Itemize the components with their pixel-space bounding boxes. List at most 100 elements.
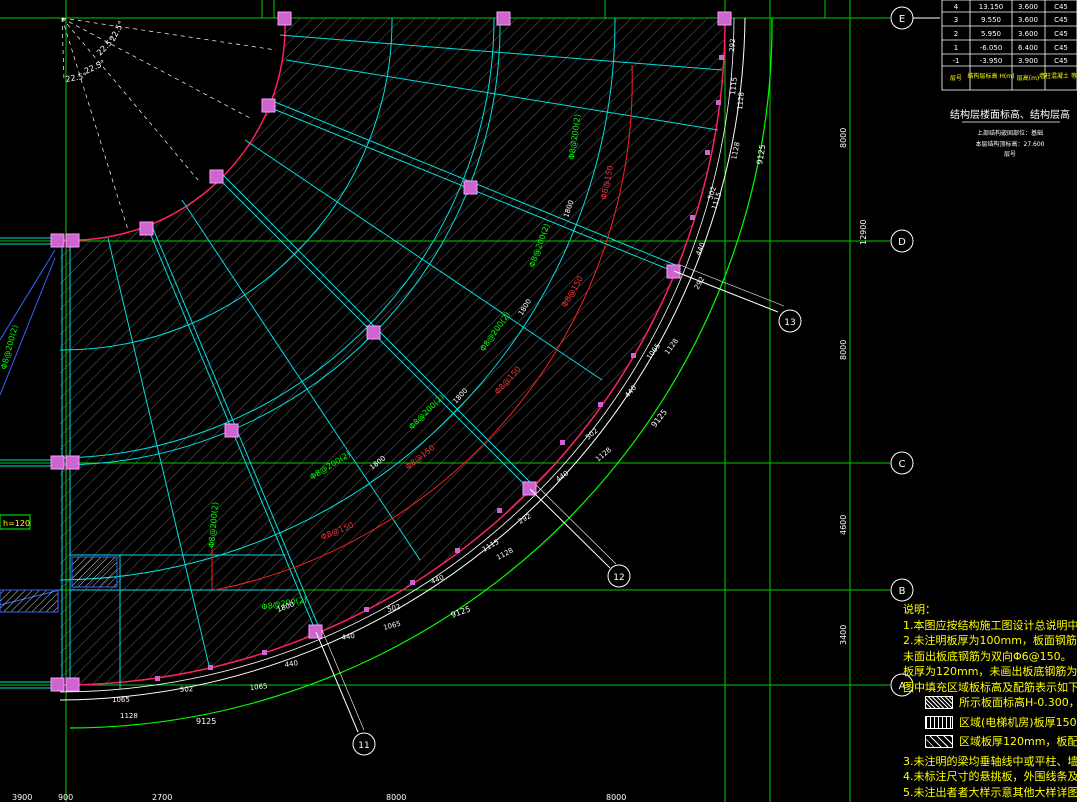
column [224,423,239,438]
svg-text:1128: 1128 [594,446,613,464]
note-4: 4.未标注尺寸的悬挑板，外围线条及细述定位详建筑 [903,770,1077,783]
angle-labels: 22.5° 22.5° 22.5° 22.5° [65,19,126,84]
column [50,455,65,470]
svg-text:-3.950: -3.950 [980,57,1003,65]
svg-text:8000: 8000 [839,340,848,360]
column [261,98,276,113]
svg-text:1065: 1065 [645,342,662,361]
svg-text:440: 440 [284,659,298,669]
note-2d: 图中填充区域板标高及配筋表示如下： [903,680,1077,694]
legend-swatch-icon [925,696,953,710]
svg-text:层号: 层号 [1004,151,1016,158]
floor-table-header: 层号 结构层标高 H(m) 层高(m) 墙柱混凝土 等级 [950,72,1077,82]
svg-text:900: 900 [58,793,73,802]
column [209,169,224,184]
svg-text:502: 502 [386,603,401,614]
svg-text:8000: 8000 [839,128,848,148]
column [463,180,478,195]
note-3: 3.未注明的梁均垂轴线中或平柱、墙边布置。 [903,754,1077,768]
column [308,624,323,639]
axis-label-12: 12 [613,573,624,583]
svg-text:墙柱混凝土 等级: 墙柱混凝土 等级 [1039,72,1077,80]
svg-text:1128: 1128 [120,712,138,720]
axis-bubbles: E D C B A [890,6,940,697]
svg-text:22.5°: 22.5° [83,58,107,75]
svg-text:3.600: 3.600 [1018,16,1038,24]
svg-text:C45: C45 [1054,16,1068,24]
svg-text:9.550: 9.550 [981,16,1001,24]
vertical-dims: 8000 12900 8000 4600 3400 [839,128,868,645]
svg-text:292: 292 [728,38,737,52]
svg-text:1128: 1128 [736,92,746,111]
svg-text:2: 2 [954,30,958,38]
svg-text:9125: 9125 [649,408,669,430]
column [666,264,681,279]
svg-text:12900: 12900 [859,220,868,245]
column [65,455,80,470]
axis-label-d: D [898,237,906,248]
svg-text:层号: 层号 [950,75,962,82]
svg-text:9125: 9125 [755,144,767,166]
svg-text:502: 502 [584,427,599,442]
svg-text:502: 502 [180,685,194,694]
svg-text:1128: 1128 [495,546,514,561]
svg-text:3: 3 [954,16,958,24]
svg-text:上部结构嵌固部位：基础: 上部结构嵌固部位：基础 [977,129,1043,137]
rebar-label: Φ8@200(2) [0,324,20,371]
column [65,233,80,248]
floor-table-title: 结构层楼面标高、结构层高 [950,108,1070,121]
axis-label-c: C [899,459,906,470]
svg-text:1115: 1115 [481,538,500,554]
svg-text:1065: 1065 [382,620,401,632]
svg-text:5.950: 5.950 [981,30,1001,38]
notes-panel: 说明： 1.本图应按结构施工图设计总说明中相关要求施工。 2.未注明板厚为100… [903,602,1077,802]
svg-text:22.5°: 22.5° [65,71,88,84]
stair-hatch [71,556,118,588]
svg-text:440: 440 [341,632,356,642]
svg-text:6.400: 6.400 [1018,44,1038,52]
column [717,11,732,26]
legend-row-1: 所示板面标高H-0.300，板厚120 [903,695,1077,711]
svg-text:层高(m): 层高(m) [1017,74,1040,82]
column [139,221,154,236]
legend-swatch-icon [925,715,953,729]
column [50,677,65,692]
note-1: 1.本图应按结构施工图设计总说明中相关要求施工。 [903,618,1077,632]
svg-text:9125: 9125 [196,717,216,726]
column [366,325,381,340]
bottom-dims: 3900 900 2700 8000 8000 [12,793,626,802]
svg-text:1065: 1065 [112,696,130,704]
svg-text:3.600: 3.600 [1018,30,1038,38]
svg-text:1128: 1128 [663,337,680,356]
svg-text:3900: 3900 [12,793,32,802]
svg-text:4: 4 [954,3,959,11]
blue-lines [0,249,61,606]
column [277,11,292,26]
svg-text:2700: 2700 [152,793,172,802]
note-5: 5.未注出者者大样示意其他大样详图 [903,785,1077,799]
legend-row-3: 区域板厚120mm，板配筋为双层双 [903,734,1077,750]
svg-text:-6.050: -6.050 [980,44,1003,52]
svg-text:3.600: 3.600 [1018,3,1038,11]
svg-text:8000: 8000 [386,793,406,802]
svg-text:3.900: 3.900 [1018,57,1038,65]
svg-text:22.5°: 22.5° [108,19,126,42]
note-2b: 未面出板底钢筋为双向Φ6@150。 [903,649,1072,663]
svg-text:C45: C45 [1054,30,1068,38]
svg-text:9125: 9125 [450,604,472,619]
svg-text:C45: C45 [1054,3,1068,11]
axis-label-11: 11 [358,741,369,751]
notes-heading: 说明： [903,603,936,616]
note-2c: 板厚为120mm，未画出板底钢筋为双向Φ8@2 [903,665,1077,678]
svg-text:292: 292 [517,512,533,526]
column [496,11,511,26]
svg-text:8000: 8000 [606,793,626,802]
axis-label-b: B [899,586,906,597]
axis-label-13: 13 [784,318,795,328]
axis-label-e: E [899,14,905,25]
slab-thickness-label: h=120 [3,519,30,528]
note-2: 2.未注明板厚为100mm，板面钢筋面出来标注钢筋 [903,634,1077,647]
column [50,233,65,248]
svg-text:C45: C45 [1054,57,1068,65]
legend-row-2: 区域(电梯机房)板厚150mm，板面 [903,715,1077,731]
